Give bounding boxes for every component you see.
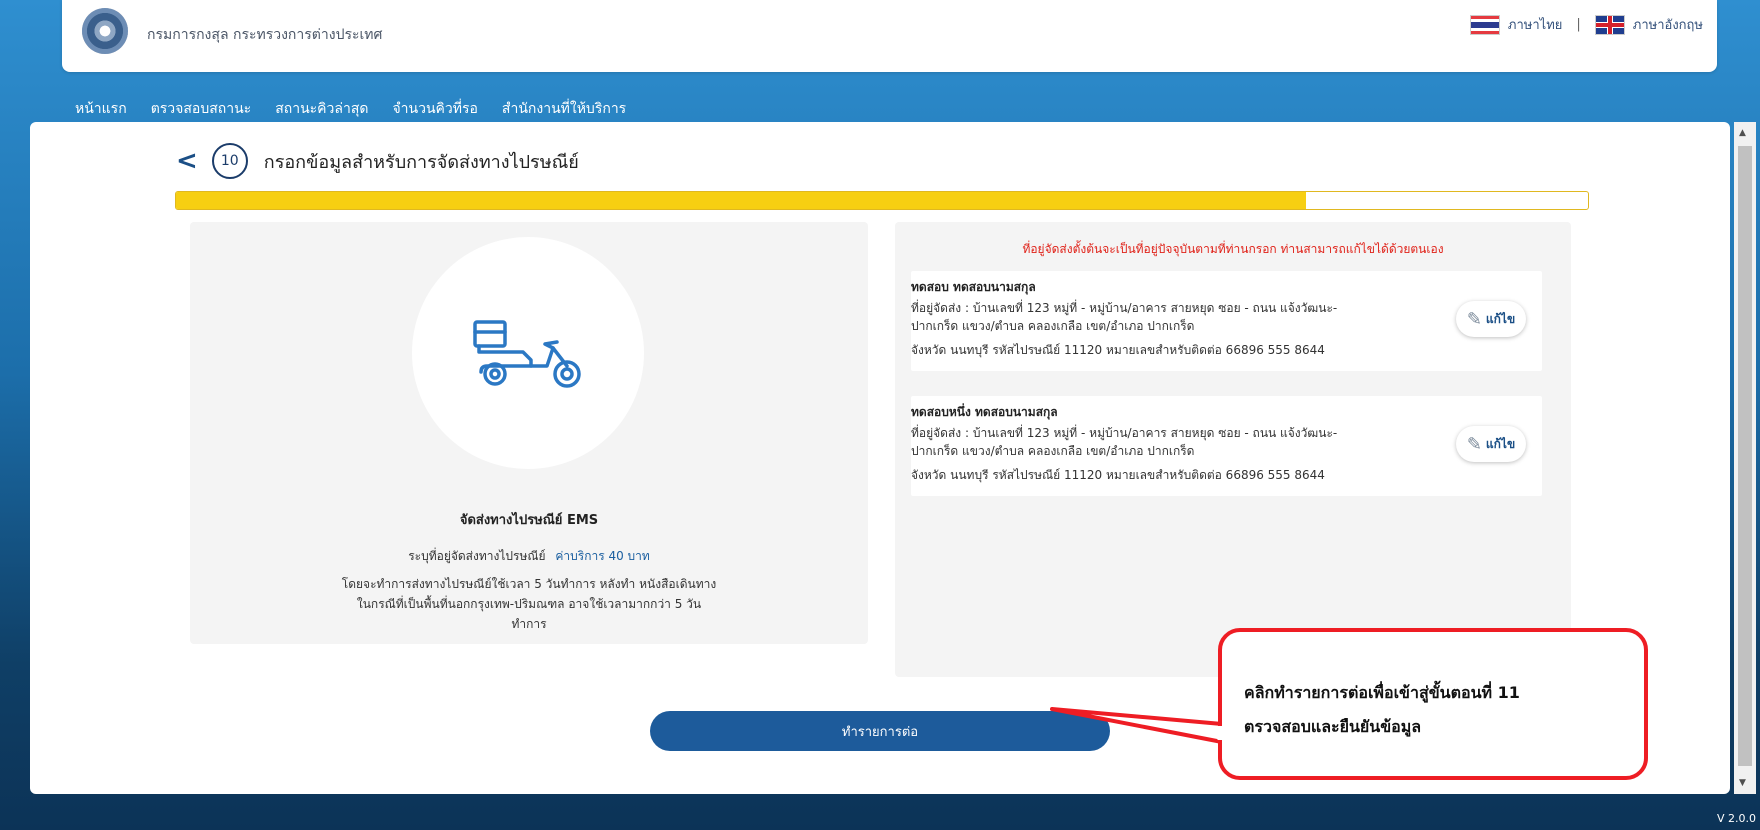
address-line-1: ที่อยู่จัดส่ง : บ้านเลขที่ 123 หมู่ที่ -… xyxy=(911,426,1338,440)
top-header: กรมการกงสุล กระทรวงการต่างประเทศ ภาษาไทย… xyxy=(62,0,1717,72)
address-line-2: ปากเกร็ด แขวง/ตำบล คลองเกลือ เขต/อำเภอ ป… xyxy=(911,319,1195,333)
version-label: V 2.0.0 xyxy=(1716,812,1756,825)
address-line-1: ที่อยู่จัดส่ง : บ้านเลขที่ 123 หมู่ที่ -… xyxy=(911,301,1338,315)
scrollbar-thumb[interactable] xyxy=(1738,146,1752,766)
address-item[interactable]: ทดสอบหนึ่ง ทดสอบนามสกุล ที่อยู่จัดส่ง : … xyxy=(911,396,1542,496)
department-name: กรมการกงสุล กระทรวงการต่างประเทศ xyxy=(147,27,383,43)
edit-address-button[interactable]: ✎ แก้ไข xyxy=(1456,301,1526,337)
recipient-name: ทดสอบ ทดสอบนามสกุล xyxy=(911,280,1036,294)
main-nav: หน้าแรก ตรวจสอบสถานะ สถานะคิวล่าสุด จำนว… xyxy=(75,98,626,120)
edit-pencil-icon: ✎ xyxy=(1466,433,1482,455)
thai-flag-icon[interactable] xyxy=(1469,14,1500,35)
ems-fee: ค่าบริการ 40 บาท xyxy=(555,549,650,563)
callout-line-2: ตรวจสอบและยืนยันข้อมูล xyxy=(1244,717,1422,736)
continue-button[interactable]: ทำรายการต่อ xyxy=(650,711,1110,751)
scroll-up-icon[interactable]: ▲ xyxy=(1739,128,1746,138)
step-number-badge: 10 xyxy=(211,143,248,179)
nav-home[interactable]: หน้าแรก xyxy=(75,98,127,120)
nav-waiting-queue[interactable]: จำนวนคิวที่รอ xyxy=(392,98,477,120)
progress-bar xyxy=(175,191,1589,210)
nav-latest-queue[interactable]: สถานะคิวล่าสุด xyxy=(275,98,368,120)
ministry-seal-logo xyxy=(82,8,128,54)
lang-english-link[interactable]: ภาษาอังกฤษ xyxy=(1633,14,1703,35)
callout-text: คลิกทำรายการต่อเพื่อเข้าสู่ขั้นตอนที่ 11… xyxy=(1244,676,1520,744)
edit-address-button[interactable]: ✎ แก้ไข xyxy=(1456,426,1526,462)
address-line-3: จังหวัด นนทบุรี รหัสไปรษณีย์ 11120 หมายเ… xyxy=(911,343,1325,357)
ems-address-label: ระบุที่อยู่จัดส่งทางไปรษณีย์ xyxy=(408,549,546,563)
recipient-name: ทดสอบหนึ่ง ทดสอบนามสกุล xyxy=(911,405,1058,419)
address-notice: ที่อยู่จัดส่งตั้งต้นจะเป็นที่อยู่ปัจจุบั… xyxy=(1022,242,1444,256)
ems-description: โดยจะทำการส่งทางไปรษณีย์ใช้เวลา 5 วันทำก… xyxy=(341,577,717,631)
delivery-method-card[interactable]: จัดส่งทางไปรษณีย์ EMS ระบุที่อยู่จัดส่งท… xyxy=(190,222,868,644)
edit-label: แก้ไข xyxy=(1485,311,1516,326)
scroll-down-icon[interactable]: ▼ xyxy=(1739,778,1746,788)
instruction-callout: คลิกทำรายการต่อเพื่อเข้าสู่ขั้นตอนที่ 11… xyxy=(1218,628,1648,780)
ems-address-line: ระบุที่อยู่จัดส่งทางไปรษณีย์ ค่าบริการ 4… xyxy=(190,547,868,566)
edit-pencil-icon: ✎ xyxy=(1466,308,1482,330)
ems-title: จัดส่งทางไปรษณีย์ EMS xyxy=(459,513,599,528)
step-header: < 10 กรอกข้อมูลสำหรับการจัดส่งทางไปรษณีย… xyxy=(176,143,579,179)
address-line-3: จังหวัด นนทบุรี รหัสไปรษณีย์ 11120 หมายเ… xyxy=(911,468,1325,482)
callout-line-1: คลิกทำรายการต่อเพื่อเข้าสู่ขั้นตอนที่ 11 xyxy=(1244,683,1520,702)
uk-flag-icon[interactable] xyxy=(1594,14,1625,35)
lang-thai-link[interactable]: ภาษาไทย xyxy=(1508,14,1562,35)
address-item[interactable]: ทดสอบ ทดสอบนามสกุล ที่อยู่จัดส่ง : บ้านเ… xyxy=(911,271,1542,371)
back-chevron-icon[interactable]: < xyxy=(176,148,198,174)
scooter-delivery-icon xyxy=(473,320,581,388)
nav-service-offices[interactable]: สำนักงานที่ให้บริการ xyxy=(502,98,626,120)
step-title: กรอกข้อมูลสำหรับการจัดส่งทางไปรษณีย์ xyxy=(263,151,579,173)
edit-label: แก้ไข xyxy=(1485,436,1516,451)
lang-separator: | xyxy=(1576,17,1581,32)
address-line-2: ปากเกร็ด แขวง/ตำบล คลองเกลือ เขต/อำเภอ ป… xyxy=(911,444,1195,458)
vertical-scrollbar[interactable]: ▲ ▼ xyxy=(1734,122,1756,794)
language-switcher: ภาษาไทย | ภาษาอังกฤษ xyxy=(1469,14,1703,35)
progress-fill xyxy=(176,192,1306,209)
nav-check-status[interactable]: ตรวจสอบสถานะ xyxy=(151,98,252,120)
address-list-card: ที่อยู่จัดส่งตั้งต้นจะเป็นที่อยู่ปัจจุบั… xyxy=(895,222,1571,677)
